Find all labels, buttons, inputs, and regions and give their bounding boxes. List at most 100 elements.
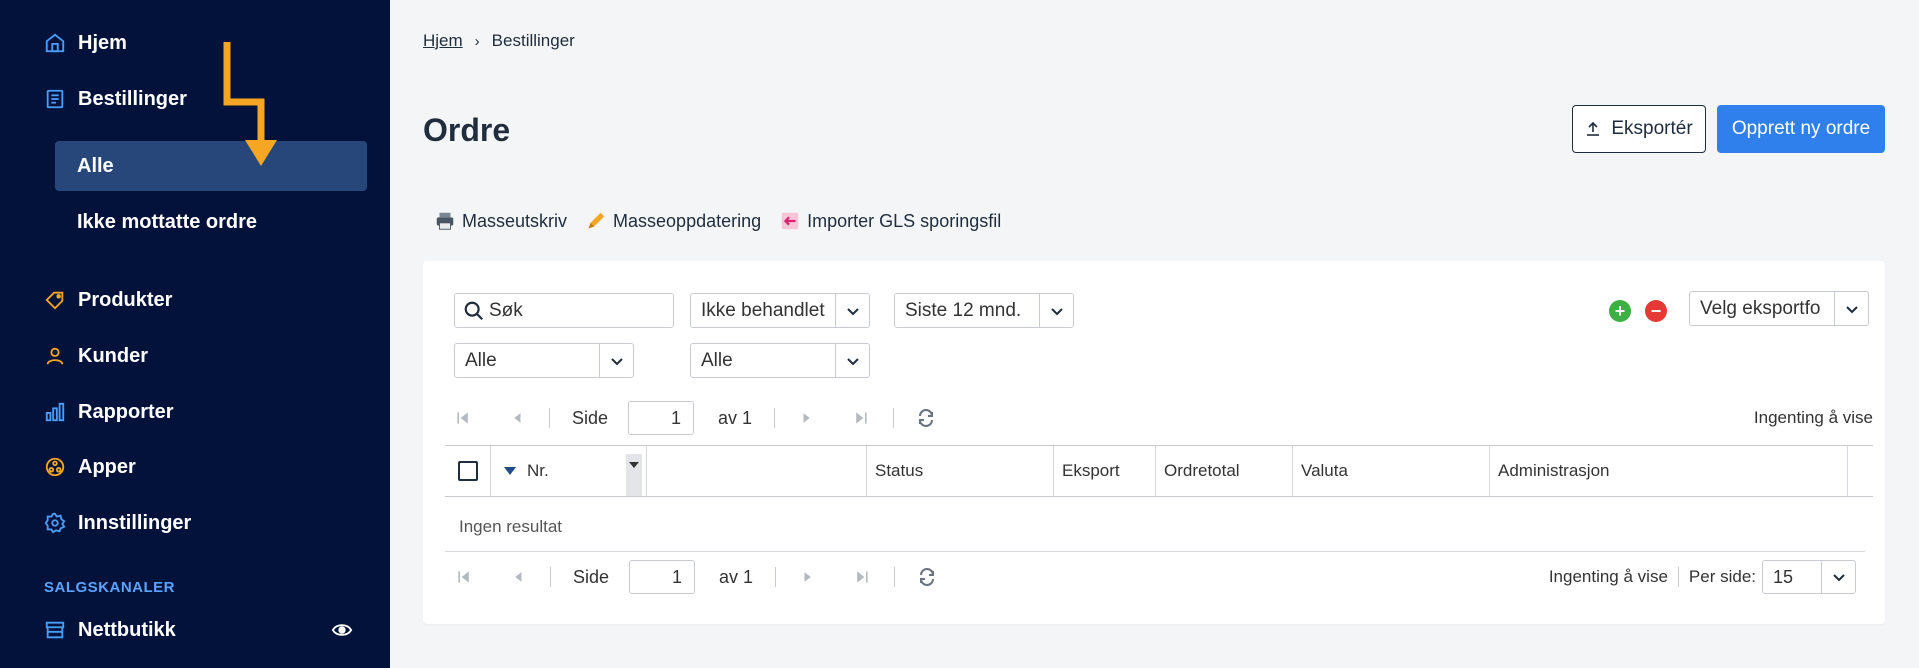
column-menu-icon[interactable] xyxy=(626,454,642,496)
sidebar-subitem-ikke-mottatte[interactable]: Ikke mottatte ordre xyxy=(55,197,367,247)
eye-icon[interactable] xyxy=(331,619,353,641)
export-button-label: Eksportér xyxy=(1611,118,1693,139)
export-button[interactable]: Eksportér xyxy=(1572,105,1706,153)
sidebar-item-innstillinger[interactable]: Innstillinger xyxy=(44,505,191,541)
page-number-input[interactable]: 1 xyxy=(629,560,696,594)
sidebar-subitem-label: Ikke mottatte ordre xyxy=(77,210,258,233)
next-page-icon[interactable] xyxy=(797,408,817,428)
pager-divider xyxy=(774,408,776,428)
first-page-icon[interactable] xyxy=(453,408,473,428)
refresh-icon[interactable] xyxy=(917,567,937,587)
column-label: Nr. xyxy=(527,461,549,480)
sidebar-item-hjem[interactable]: Hjem xyxy=(44,25,127,61)
column-label: Status xyxy=(875,461,924,480)
first-page-icon[interactable] xyxy=(454,567,474,587)
page-title: Ordre xyxy=(423,112,511,148)
pager-divider xyxy=(550,567,551,587)
per-page-value: 15 xyxy=(1773,566,1794,587)
status-select-value: Ikke behandlet xyxy=(701,299,825,321)
chart-icon xyxy=(44,401,66,423)
sidebar-subitem-label: Alle xyxy=(77,154,114,177)
column-label: Eksport xyxy=(1062,461,1120,480)
new-order-button[interactable]: Opprett ny ordre xyxy=(1717,105,1885,153)
sidebar-item-kunder[interactable]: Kunder xyxy=(44,338,148,374)
chevron-down-icon xyxy=(599,344,633,377)
bulk-print-label: Masseutskriv xyxy=(462,210,568,231)
import-gls-button[interactable]: Importer GLS sporingsfil xyxy=(779,210,1001,232)
sidebar: Hjem Bestillinger Alle Ikke mottatte ord… xyxy=(0,0,390,668)
page-number-input[interactable]: 1 xyxy=(628,401,695,435)
gear-icon xyxy=(44,512,66,534)
page-count-label: av 1 xyxy=(718,407,753,428)
add-filter-icon[interactable]: + xyxy=(1609,300,1631,322)
chevron-down-icon xyxy=(835,344,869,377)
pager-divider xyxy=(894,567,896,587)
refresh-icon[interactable] xyxy=(916,408,936,428)
prev-page-icon[interactable] xyxy=(508,567,528,587)
sidebar-item-apper[interactable]: Apper xyxy=(44,449,136,485)
pager-divider xyxy=(1677,567,1679,587)
filter-select-3-value: Alle xyxy=(465,349,497,371)
export-format-select[interactable]: Velg eksportfo xyxy=(1689,291,1869,326)
next-page-icon[interactable] xyxy=(798,567,818,587)
import-gls-label: Importer GLS sporingsfil xyxy=(807,210,1002,231)
column-header-eksport[interactable]: Eksport xyxy=(1054,446,1156,496)
pencil-icon xyxy=(588,212,605,229)
breadcrumb-current: Bestillinger xyxy=(491,31,575,50)
upload-icon xyxy=(1587,121,1600,136)
last-page-icon[interactable] xyxy=(851,408,871,428)
import-icon xyxy=(781,212,799,230)
pager-top: Side 1 av 1 Ingenting å vise xyxy=(453,401,1873,435)
sidebar-item-nettbutikk[interactable]: Nettbutikk xyxy=(44,612,176,648)
column-label: Administrasjon xyxy=(1498,461,1610,480)
apps-icon xyxy=(44,456,66,478)
filter-select-4-value: Alle xyxy=(701,349,733,371)
printer-icon xyxy=(436,212,454,230)
column-header-administrasjon[interactable]: Administrasjon xyxy=(1490,446,1848,496)
page-label: Side xyxy=(572,407,609,428)
column-header-blank xyxy=(647,446,867,496)
bulk-update-button[interactable]: Masseoppdatering xyxy=(585,210,761,232)
column-header-valuta[interactable]: Valuta xyxy=(1293,446,1490,496)
select-all-checkbox[interactable] xyxy=(445,446,491,496)
sidebar-item-bestillinger[interactable]: Bestillinger xyxy=(44,81,187,117)
annotation-arrow-icon xyxy=(223,42,277,166)
page-count-label: av 1 xyxy=(719,566,754,587)
period-select[interactable]: Siste 12 mnd. xyxy=(894,293,1074,328)
tag-icon xyxy=(44,289,66,311)
period-select-value: Siste 12 mnd. xyxy=(905,299,1022,321)
sidebar-item-label: Nettbutikk xyxy=(78,618,176,641)
grid-empty-text: Ingen resultat xyxy=(459,517,563,536)
orders-icon xyxy=(44,88,66,110)
sidebar-item-rapporter[interactable]: Rapporter xyxy=(44,394,174,430)
sidebar-item-label: Innstillinger xyxy=(78,511,192,534)
column-label: Valuta xyxy=(1301,461,1348,480)
filter-select-3[interactable]: Alle xyxy=(454,343,634,378)
sidebar-item-produkter[interactable]: Produkter xyxy=(44,282,172,318)
home-icon xyxy=(44,32,66,54)
sort-desc-icon xyxy=(504,467,516,475)
remove-filter-icon[interactable]: − xyxy=(1645,300,1667,322)
status-select[interactable]: Ikke behandlet xyxy=(690,293,870,328)
column-header-status[interactable]: Status xyxy=(867,446,1054,496)
search-icon xyxy=(464,301,484,320)
per-page-label: Per side: xyxy=(1688,567,1756,586)
user-icon xyxy=(44,345,66,367)
pager-bottom: Side 1 av 1 Ingenting å vise Per side: 1… xyxy=(454,560,1856,594)
last-page-icon[interactable] xyxy=(852,567,872,587)
chevron-down-icon xyxy=(1821,561,1855,593)
sidebar-item-label: Apper xyxy=(78,455,136,478)
column-header-ordretotal[interactable]: Ordretotal xyxy=(1156,446,1293,496)
pager-divider xyxy=(549,408,550,428)
per-page-select[interactable]: 15 xyxy=(1762,560,1856,594)
column-header-nr[interactable]: Nr. xyxy=(491,446,647,496)
bulk-print-button[interactable]: Masseutskriv xyxy=(434,210,567,232)
breadcrumb-home-link[interactable]: Hjem xyxy=(423,31,463,51)
sidebar-subitem-alle[interactable]: Alle xyxy=(55,141,367,191)
page-label: Side xyxy=(573,566,610,587)
sidebar-item-label: Kunder xyxy=(78,344,148,367)
filter-select-4[interactable]: Alle xyxy=(690,343,870,378)
sidebar-item-label: Rapporter xyxy=(78,400,174,423)
search-input[interactable]: Søk xyxy=(454,293,674,328)
prev-page-icon[interactable] xyxy=(507,408,527,428)
